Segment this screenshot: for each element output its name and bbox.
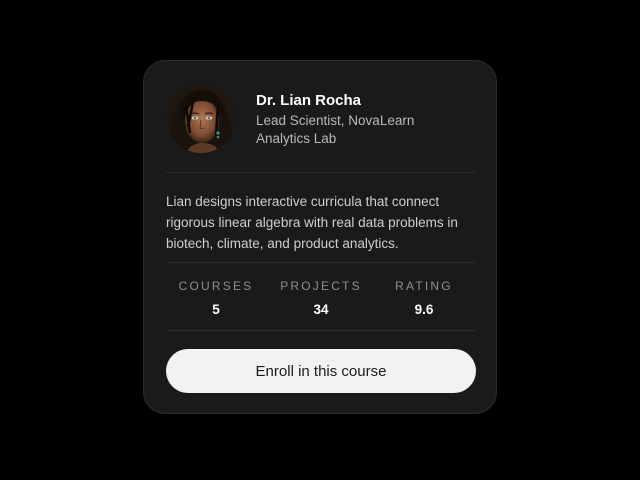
divider [166, 262, 476, 263]
instructor-bio: Lian designs interactive curricula that … [166, 194, 458, 251]
stat-label: COURSES [178, 279, 254, 293]
enroll-button[interactable]: Enroll in this course [166, 349, 476, 393]
avatar [166, 83, 236, 153]
divider [166, 330, 476, 331]
stat-label: PROJECTS [280, 279, 362, 293]
stat-value: 9.6 [414, 302, 434, 317]
instructor-card: Dr. Lian Rocha Lead Scientist, NovaLearn… [143, 60, 497, 414]
stat-projects: PROJECTS 34 [271, 279, 371, 318]
stat-label: RATING [395, 279, 453, 293]
divider [166, 172, 476, 173]
stats-row: COURSES 5 PROJECTS 34 RATING 9.6 [166, 279, 476, 319]
stat-rating: RATING 9.6 [374, 279, 474, 318]
stat-value: 5 [212, 302, 220, 317]
stat-courses: COURSES 5 [166, 279, 266, 318]
instructor-name: Dr. Lian Rocha [256, 92, 362, 109]
stat-value: 34 [313, 302, 329, 317]
avatar-photo [166, 83, 236, 153]
instructor-role: Lead Scientist, NovaLearn Analytics Lab [256, 113, 415, 146]
